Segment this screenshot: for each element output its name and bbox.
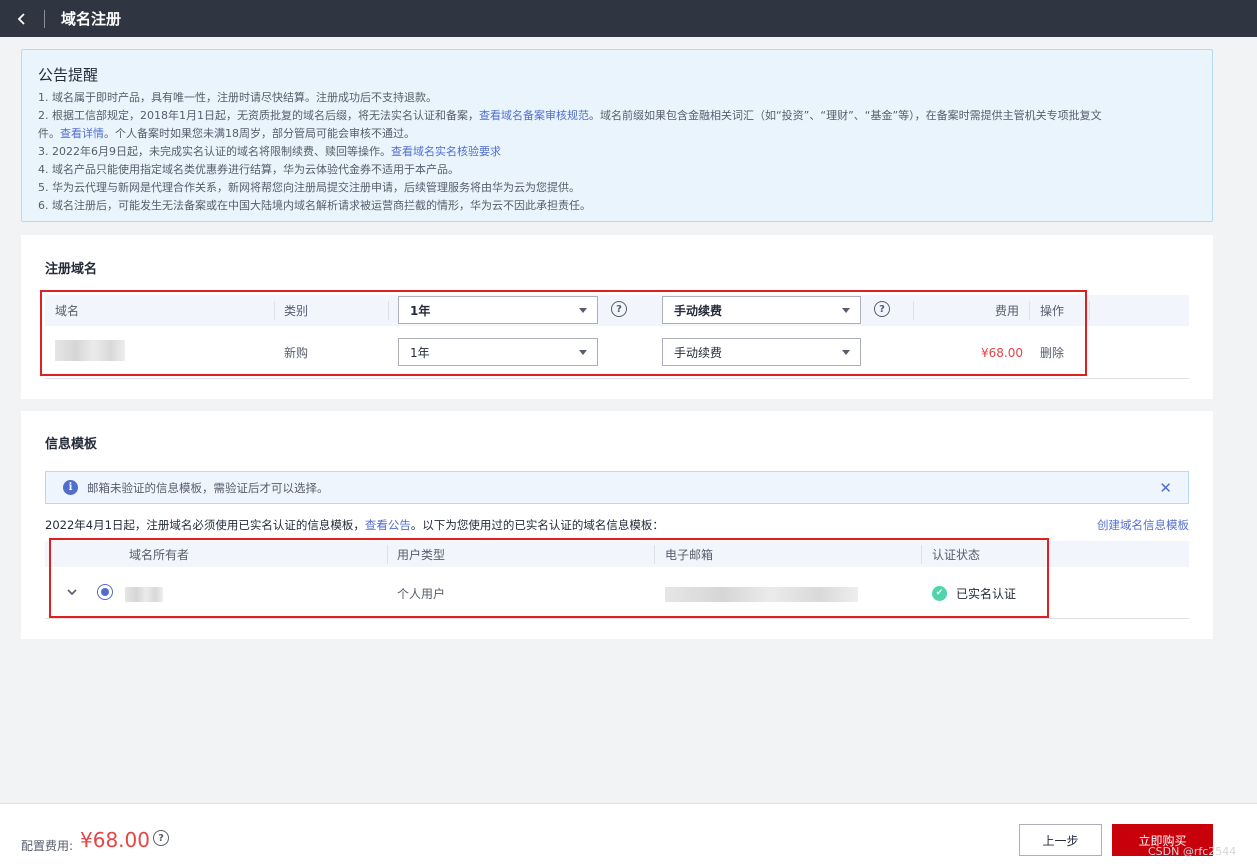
delete-link[interactable]: 删除 xyxy=(1040,327,1064,378)
back-button[interactable] xyxy=(0,0,44,37)
column-divider xyxy=(1029,301,1030,320)
col-user-type: 用户类型 xyxy=(397,547,446,562)
notice-line-3: 3. 2022年6月9日起，未完成实名认证的域名将限制续费、赎回等操作。查看域名… xyxy=(38,143,1196,161)
period-select[interactable]: 1年 xyxy=(398,338,598,366)
question-circle-icon[interactable]: ? xyxy=(153,830,169,846)
info-template-card: 信息模板 i 邮箱未验证的信息模板，需验证后才可以选择。 ✕ 2022年4月1日… xyxy=(21,411,1213,639)
info-alert: i 邮箱未验证的信息模板，需验证后才可以选择。 ✕ xyxy=(45,471,1189,504)
notice-text: 件。 xyxy=(38,127,60,140)
domain-table-row: 新购 1年 手动续费 ¥68.00 删除 xyxy=(45,327,1189,379)
notice-line-6: 6. 域名注册后，可能发生无法备案或在中国大陆境内域名解析请求被运营商拦截的情形… xyxy=(38,199,591,212)
column-divider xyxy=(654,545,655,564)
notice-line-2b: 件。查看详情。个人备案时如果您未满18周岁，部分管局可能会审核不通过。 xyxy=(38,125,1196,143)
select-value: 1年 xyxy=(410,303,431,318)
footer-bar: 配置费用: ¥68.00 ? 上一步 立即购买 CSDN @rfc2544 xyxy=(0,803,1257,864)
template-notice: 2022年4月1日起，注册域名必须使用已实名认证的信息模板，查看公告。以下为您使… xyxy=(45,517,664,533)
view-details-link[interactable]: 查看详情 xyxy=(60,127,104,140)
caret-down-icon xyxy=(579,308,587,313)
column-divider xyxy=(913,301,914,320)
select-value: 1年 xyxy=(410,345,430,360)
notice-text: 2022年4月1日起，注册域名必须使用已实名认证的信息模板， xyxy=(45,518,365,532)
template-radio[interactable] xyxy=(97,584,113,600)
renew-select[interactable]: 手动续费 xyxy=(662,338,861,366)
notice-text: 。个人备案时如果您未满18周岁，部分管局可能会审核不通过。 xyxy=(104,127,415,140)
blurred-owner-name xyxy=(125,587,163,602)
create-template-link[interactable]: 创建域名信息模板 xyxy=(1097,517,1189,533)
domain-table-header: 域名 类别 1年 ? 手动续费 ? 费用 操作 xyxy=(45,295,1189,326)
watermark: CSDN @rfc2544 xyxy=(1148,845,1237,858)
top-bar: 域名注册 xyxy=(0,0,1257,37)
notice-text: 。域名前缀如果包含金融相关词汇（如“投资”、“理财”、“基金”等），在备案时需提… xyxy=(588,109,1102,122)
notice-line-1: 1. 域名属于即时产品，具有唯一性，注册时请尽快结算。注册成功后不支持退款。 xyxy=(38,91,437,104)
status-cell: ✔ 已实名认证 xyxy=(932,568,1016,618)
col-action: 操作 xyxy=(1040,304,1065,318)
notice-line-5: 5. 华为云代理与新网是代理合作关系，新网将帮您向注册局提交注册申请，后续管理服… xyxy=(38,181,580,194)
close-icon[interactable]: ✕ xyxy=(1159,479,1172,497)
total-fee: ¥68.00 xyxy=(80,828,150,852)
notice-line-4: 4. 域名产品只能使用指定域名类优惠券进行结算，华为云体验代金券不适用于本产品。 xyxy=(38,163,459,176)
notice-line-2: 2. 根据工信部规定，2018年1月1日起，无资质批复的域名后缀，将无法实名认证… xyxy=(38,107,1196,125)
announcement-panel: 公告提醒 1. 域名属于即时产品，具有唯一性，注册时请尽快结算。注册成功后不支持… xyxy=(21,49,1213,222)
select-value: 手动续费 xyxy=(674,303,723,318)
status-value: 已实名认证 xyxy=(956,586,1017,601)
column-divider xyxy=(1089,301,1090,320)
column-divider xyxy=(274,301,275,320)
caret-down-icon xyxy=(579,350,587,355)
caret-down-icon xyxy=(842,308,850,313)
header-divider xyxy=(44,9,45,28)
fee-value: ¥68.00 xyxy=(981,345,1023,360)
column-divider xyxy=(921,545,922,564)
template-table-row: 个人用户 ✔ 已实名认证 xyxy=(45,568,1189,619)
register-domain-title: 注册域名 xyxy=(45,262,98,277)
filing-rules-link[interactable]: 查看域名备案审核规范 xyxy=(479,109,589,122)
category-value: 新购 xyxy=(284,346,309,360)
realname-requirements-link[interactable]: 查看域名实名核验要求 xyxy=(391,145,501,158)
col-fee: 费用 xyxy=(995,304,1020,318)
user-type-value: 个人用户 xyxy=(397,586,446,601)
notice-text: 3. 2022年6月9日起，未完成实名认证的域名将限制续费、赎回等操作。 xyxy=(38,145,391,158)
notice-text: 2. 根据工信部规定，2018年1月1日起，无资质批复的域名后缀，将无法实名认证… xyxy=(38,109,479,122)
col-category: 类别 xyxy=(284,304,309,318)
col-email: 电子邮箱 xyxy=(665,547,714,562)
info-circle-icon: i xyxy=(63,480,78,495)
notice-text: 。以下为您使用过的已实名认证的域名信息模板： xyxy=(410,518,664,532)
question-circle-icon[interactable]: ? xyxy=(611,301,627,317)
announcement-title: 公告提醒 xyxy=(38,66,99,84)
alert-text: 邮箱未验证的信息模板，需验证后才可以选择。 xyxy=(87,480,329,495)
check-circle-icon: ✔ xyxy=(932,585,947,601)
bulk-renew-select[interactable]: 手动续费 xyxy=(662,296,861,324)
question-circle-icon[interactable]: ? xyxy=(874,301,890,317)
bulk-period-select[interactable]: 1年 xyxy=(398,296,598,324)
template-table-header: 域名所有者 用户类型 电子邮箱 认证状态 xyxy=(45,541,1189,567)
register-domain-card: 注册域名 域名 类别 1年 ? 手动续费 ? 费用 操作 新购 1年 手动续费 … xyxy=(21,235,1213,399)
info-template-title: 信息模板 xyxy=(45,437,98,452)
caret-down-icon xyxy=(842,350,850,355)
previous-step-button[interactable]: 上一步 xyxy=(1019,824,1102,856)
chevron-left-icon xyxy=(17,12,25,25)
col-domain: 域名 xyxy=(55,304,80,318)
fee-label: 配置费用: xyxy=(21,839,74,853)
blurred-email xyxy=(665,587,858,602)
col-status: 认证状态 xyxy=(932,547,981,562)
column-divider xyxy=(387,545,388,564)
col-owner: 域名所有者 xyxy=(129,547,190,562)
page-title: 域名注册 xyxy=(61,10,122,28)
column-divider xyxy=(388,301,389,320)
view-announcement-link[interactable]: 查看公告 xyxy=(365,518,411,532)
select-value: 手动续费 xyxy=(674,345,723,360)
blurred-domain-name xyxy=(55,340,125,361)
chevron-down-icon[interactable] xyxy=(67,587,77,597)
